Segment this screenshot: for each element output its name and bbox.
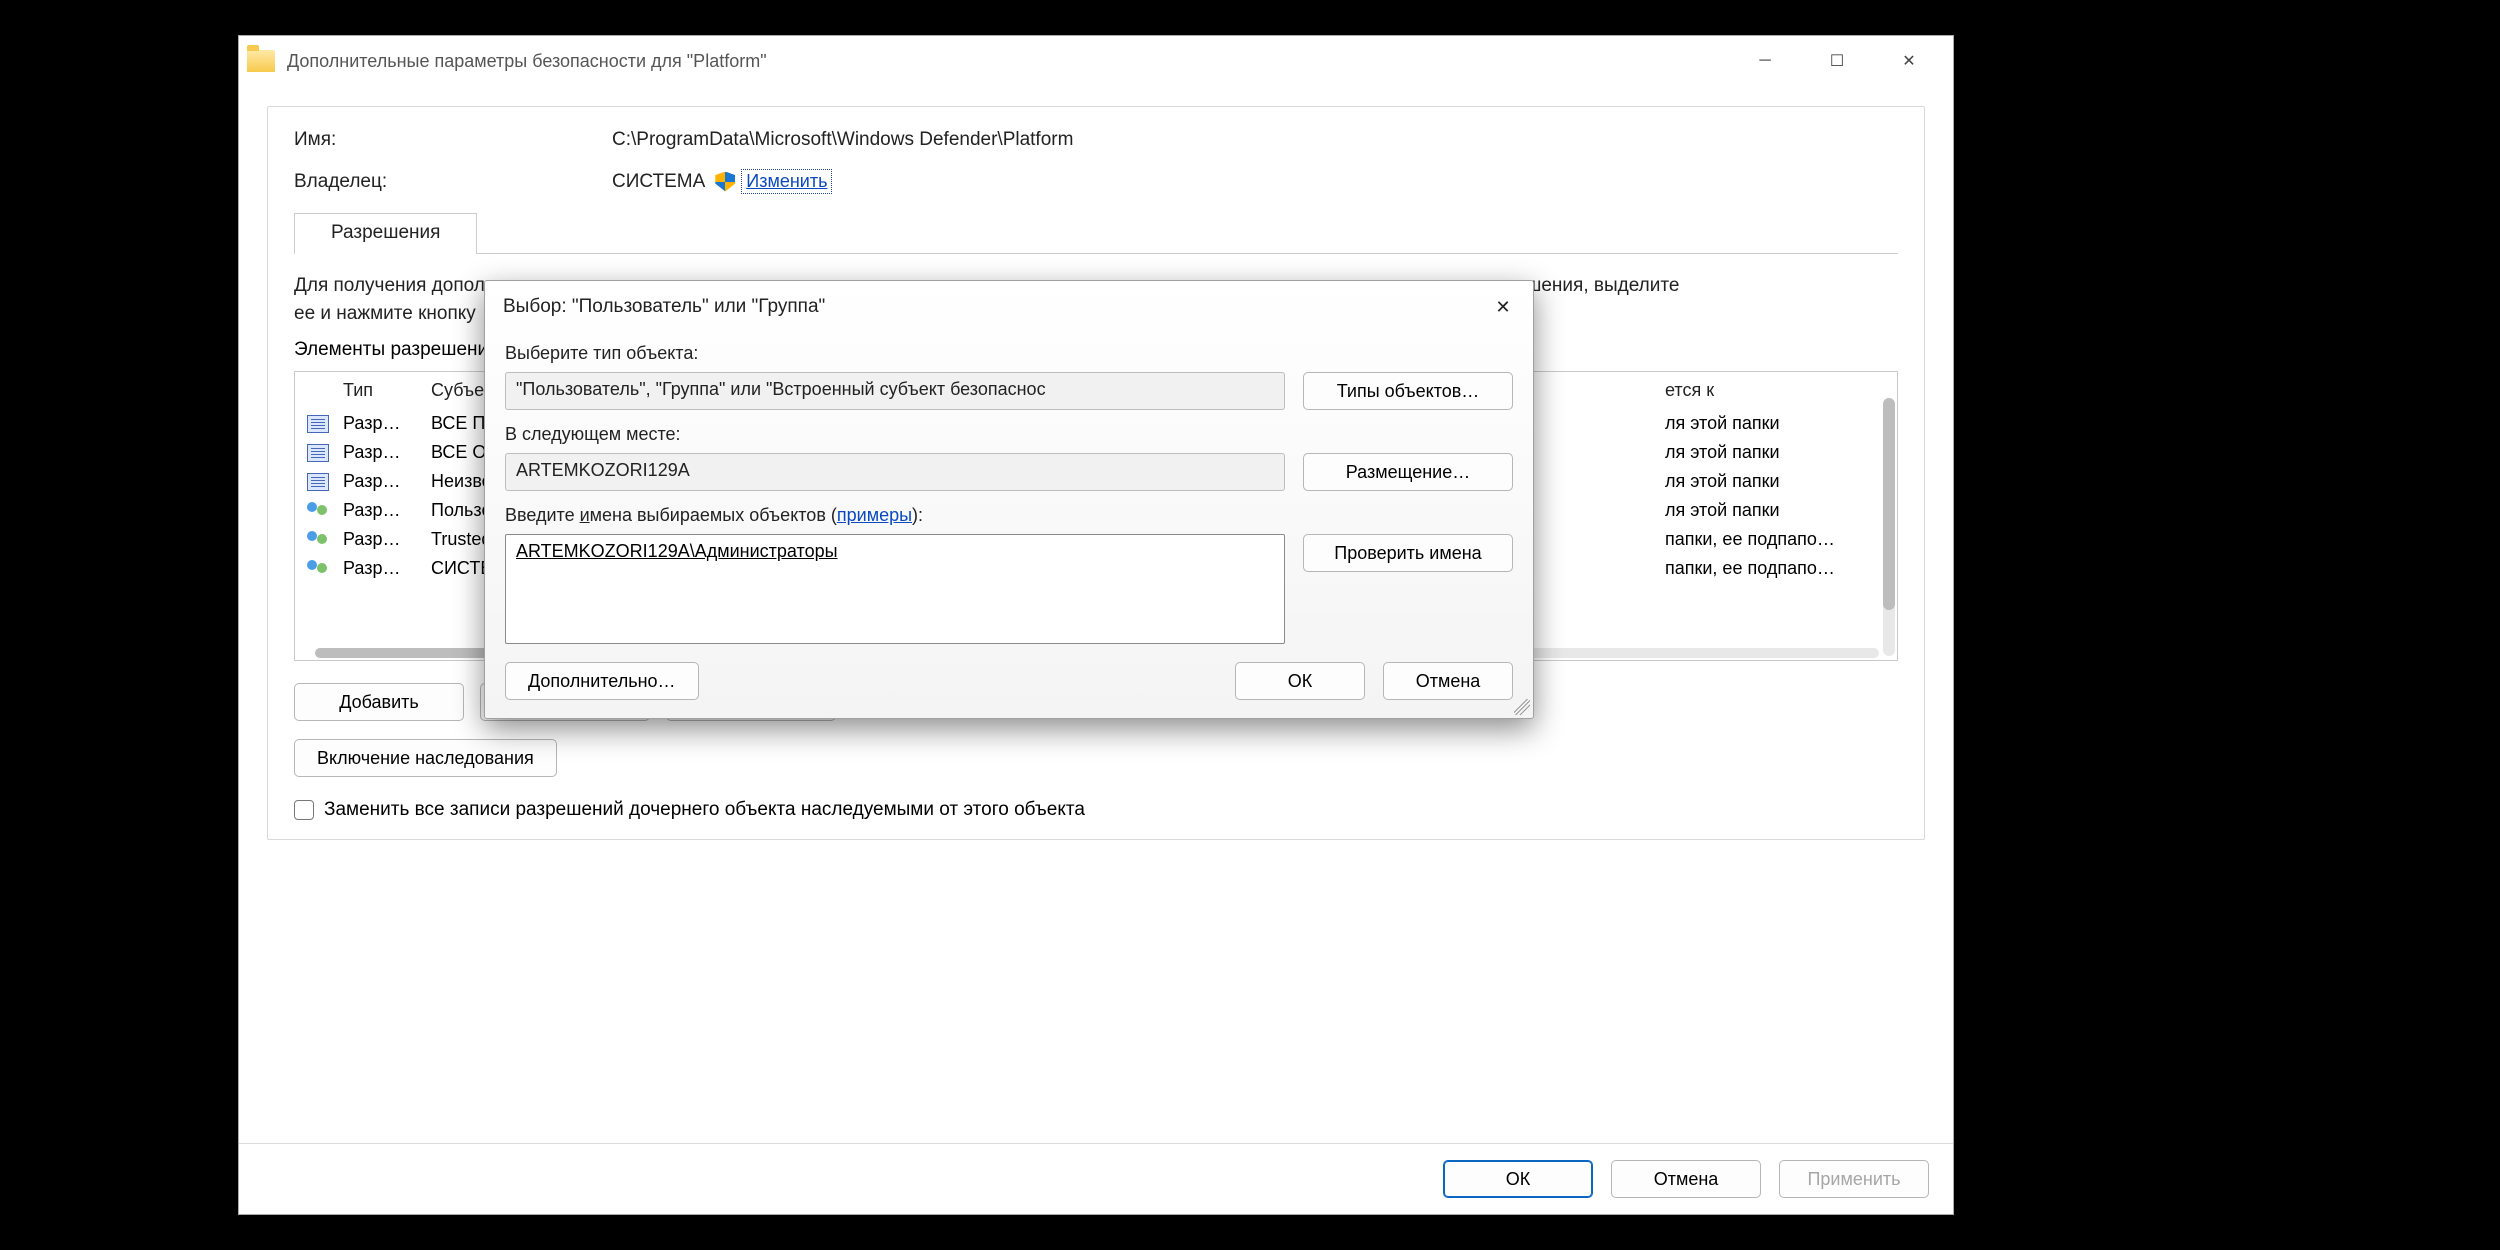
resize-grip-icon[interactable] <box>1514 699 1530 715</box>
tabs: Разрешения <box>294 212 1898 254</box>
maximize-button[interactable]: ☐ <box>1801 37 1873 85</box>
minimize-button[interactable]: ─ <box>1729 37 1801 85</box>
location-field: ARTEMKOZORI129A <box>505 453 1285 491</box>
dialog-cancel-button[interactable]: Отмена <box>1383 662 1513 700</box>
titlebar: Дополнительные параметры безопасности дл… <box>239 36 1953 86</box>
col-applies[interactable]: ется к <box>1665 380 1885 401</box>
window-title: Дополнительные параметры безопасности дл… <box>287 51 1729 72</box>
object-type-field: "Пользователь", "Группа" или "Встроенный… <box>505 372 1285 410</box>
tab-permissions[interactable]: Разрешения <box>294 213 477 254</box>
window-footer: ОК Отмена Применить <box>239 1143 1953 1214</box>
dialog-title: Выбор: "Пользователь" или "Группа" <box>503 296 825 318</box>
object-type-label: Выберите тип объекта: <box>505 343 1513 364</box>
replace-child-permissions-checkbox[interactable] <box>294 800 314 820</box>
change-owner-link[interactable]: Изменить <box>741 169 832 194</box>
owner-value: СИСТЕМА <box>612 171 705 193</box>
object-names-label: Введите имена выбираемых объектов (приме… <box>505 505 1513 526</box>
app-package-icon <box>307 473 329 491</box>
folder-icon <box>247 50 275 72</box>
examples-link[interactable]: примеры <box>837 505 912 525</box>
app-package-icon <box>307 415 329 433</box>
select-user-group-dialog: Выбор: "Пользователь" или "Группа" ✕ Выб… <box>484 280 1534 719</box>
vertical-scrollbar[interactable] <box>1883 398 1895 656</box>
name-value: C:\ProgramData\Microsoft\Windows Defende… <box>612 129 1073 151</box>
location-label: В следующем месте: <box>505 424 1513 445</box>
name-label: Имя: <box>294 129 612 151</box>
uac-shield-icon <box>715 172 735 192</box>
object-names-input[interactable]: ARTEMKOZORI129A\Администраторы <box>505 534 1285 644</box>
dialog-ok-button[interactable]: ОК <box>1235 662 1365 700</box>
window-controls: ─ ☐ ✕ <box>1729 37 1945 85</box>
dialog-close-button[interactable]: ✕ <box>1489 293 1517 321</box>
user-group-icon <box>307 560 331 578</box>
ok-button[interactable]: ОК <box>1443 1160 1593 1198</box>
advanced-button[interactable]: Дополнительно… <box>505 662 699 700</box>
replace-child-permissions-label: Заменить все записи разрешений дочернего… <box>324 799 1085 821</box>
owner-label: Владелец: <box>294 171 612 193</box>
cancel-button[interactable]: Отмена <box>1611 1160 1761 1198</box>
close-button[interactable]: ✕ <box>1873 37 1945 85</box>
check-names-button[interactable]: Проверить имена <box>1303 534 1513 572</box>
user-group-icon <box>307 502 331 520</box>
user-group-icon <box>307 531 331 549</box>
apply-button: Применить <box>1779 1160 1929 1198</box>
object-types-button[interactable]: Типы объектов… <box>1303 372 1513 410</box>
col-type[interactable]: Тип <box>343 380 431 401</box>
enable-inheritance-button[interactable]: Включение наследования <box>294 739 557 777</box>
add-button[interactable]: Добавить <box>294 683 464 721</box>
locations-button[interactable]: Размещение… <box>1303 453 1513 491</box>
app-package-icon <box>307 444 329 462</box>
